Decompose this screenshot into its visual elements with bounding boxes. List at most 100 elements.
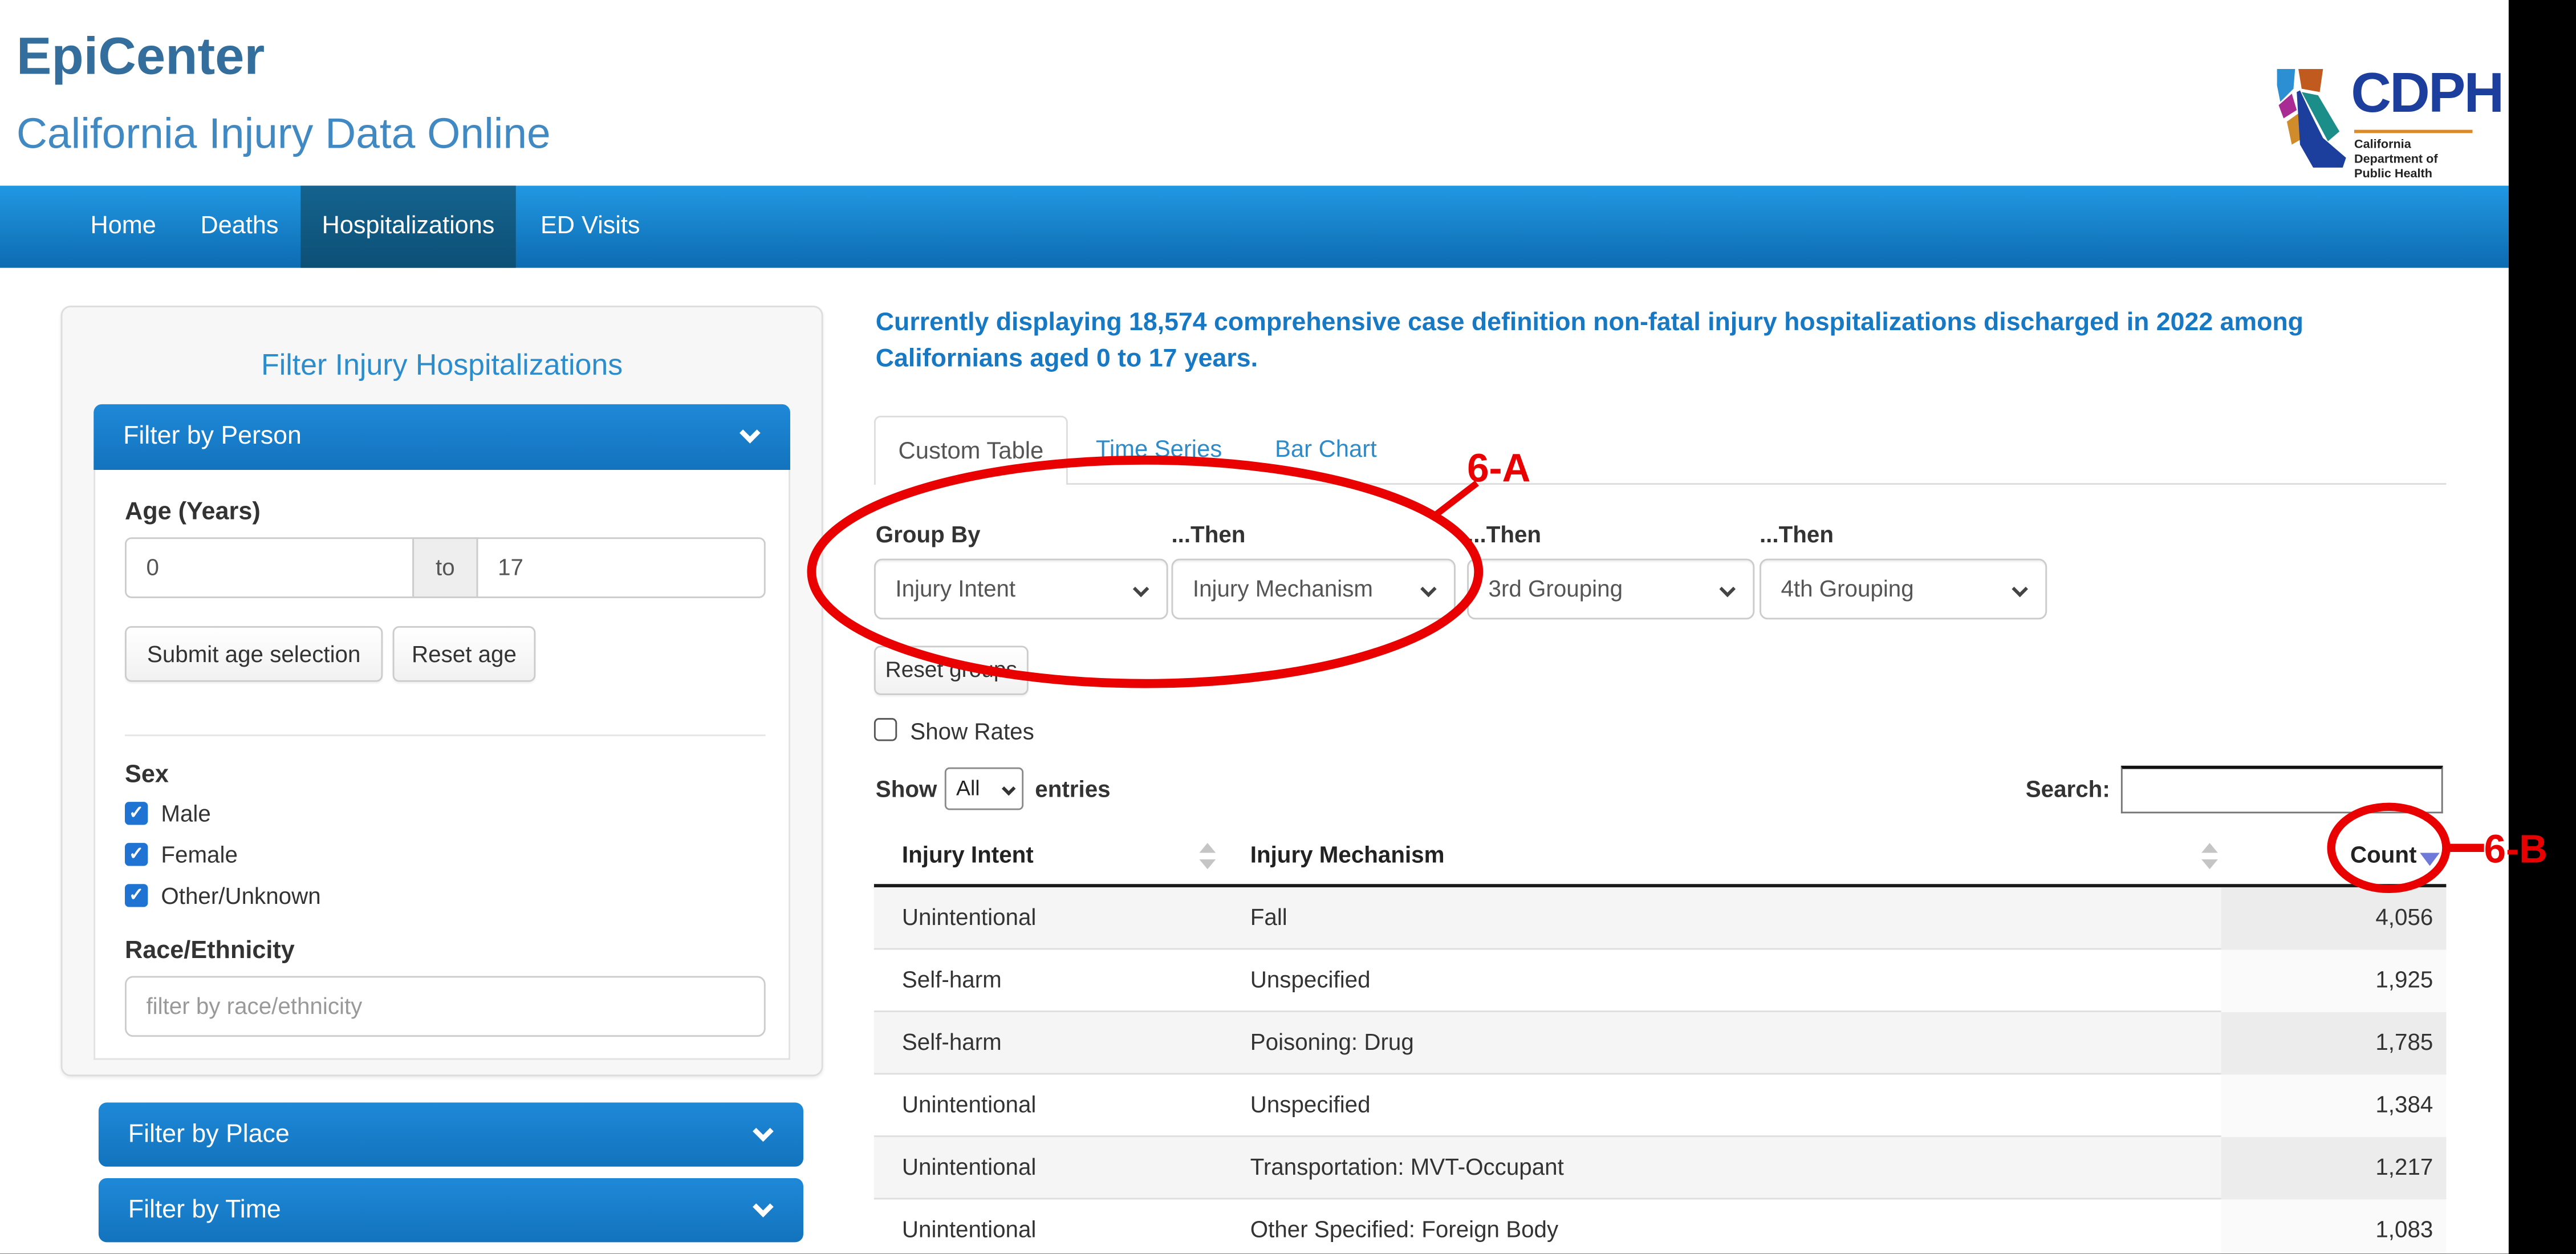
race-ethnicity-label: Race/Ethnicity	[125, 936, 295, 964]
cell-count: 1,217	[2221, 1137, 2447, 1199]
cell-injury-mechanism: Transportation: MVT-Occupant	[1250, 1137, 1564, 1198]
cell-injury-intent: Unintentional	[902, 1137, 1037, 1198]
nav-item-ed-visits[interactable]: ED Visits	[513, 186, 668, 268]
sort-both-icon[interactable]	[1199, 843, 1216, 869]
table-row: Self-harm Unspecified 1,925	[874, 949, 2447, 1012]
race-ethnicity-input[interactable]: filter by race/ethnicity	[125, 976, 766, 1037]
cell-injury-mechanism: Other Specified: Foreign Body	[1250, 1199, 1558, 1253]
entries-length-value: All	[956, 776, 980, 800]
reset-groups-button[interactable]: Reset groups	[874, 646, 1029, 695]
accordion-filter-by-time[interactable]: Filter by Time	[99, 1178, 803, 1242]
app-subtitle: California Injury Data Online	[17, 108, 551, 159]
nav-item-home[interactable]: Home	[62, 186, 184, 268]
grouping-select-4-value: 4th Grouping	[1781, 575, 1913, 601]
app-title: EpiCenter	[17, 26, 265, 87]
cell-injury-mechanism: Unspecified	[1250, 949, 1371, 1010]
sex-option-label: Male	[161, 802, 210, 826]
submit-age-button[interactable]: Submit age selection	[125, 626, 383, 682]
then-label-2: ...Then	[1171, 521, 1245, 547]
checkbox-checked-icon[interactable]: ✓	[125, 884, 148, 907]
sort-both-icon[interactable]	[2201, 843, 2218, 869]
cell-count: 4,056	[2221, 887, 2447, 949]
table-row: Unintentional Unspecified 1,384	[874, 1074, 2447, 1137]
reset-age-button[interactable]: Reset age	[393, 626, 536, 682]
main-navbar: Home Deaths Hospitalizations ED Visits	[0, 186, 2509, 268]
california-state-icon	[2274, 66, 2350, 171]
sex-option-label: Other/Unknown	[161, 884, 320, 908]
table-row: Self-harm Poisoning: Drug 1,785	[874, 1012, 2447, 1074]
cdph-org-name: California Department of Public Health	[2354, 136, 2479, 181]
chevron-down-icon	[1133, 581, 1149, 598]
cell-count: 1,785	[2221, 1012, 2447, 1074]
accordion-filter-by-place[interactable]: Filter by Place	[99, 1102, 803, 1166]
column-header-injury-intent[interactable]: Injury Intent	[902, 830, 1034, 886]
cdph-logo: CDPH California Department of Public Hea…	[2274, 62, 2479, 171]
table-header-row: Injury Intent Injury Mechanism Count	[874, 830, 2447, 886]
grouping-select-4[interactable]: 4th Grouping	[1760, 559, 2047, 620]
sort-descending-icon[interactable]	[2420, 853, 2440, 866]
show-entries-label: Show	[876, 776, 937, 802]
table-row: Unintentional Other Specified: Foreign B…	[874, 1199, 2447, 1253]
age-to-input[interactable]: 17	[477, 537, 766, 598]
grouping-select-1-value: Injury Intent	[895, 575, 1015, 601]
annotation-line-6a	[1434, 483, 1477, 516]
cdph-org-line1: California Department of	[2354, 136, 2438, 166]
filter-by-person-label: Filter by Person	[123, 423, 302, 452]
nav-item-hospitalizations[interactable]: Hospitalizations	[300, 186, 515, 268]
column-header-count[interactable]: Count	[2350, 830, 2417, 886]
cell-count: 1,384	[2221, 1074, 2447, 1137]
cell-injury-intent: Unintentional	[902, 887, 1037, 948]
right-black-bar	[2509, 0, 2576, 1254]
cell-count: 1,925	[2221, 949, 2447, 1012]
chevron-down-icon	[1002, 782, 1015, 796]
grouping-select-1[interactable]: Injury Intent	[874, 559, 1168, 620]
cell-injury-intent: Self-harm	[902, 1012, 1002, 1073]
chevron-down-icon	[753, 1196, 774, 1218]
grouping-select-3-value: 3rd Grouping	[1489, 575, 1623, 601]
sidebar-divider	[125, 734, 766, 736]
entries-length-select[interactable]: All	[945, 768, 1023, 810]
chevron-down-icon	[2012, 581, 2028, 598]
cell-injury-mechanism: Poisoning: Drug	[1250, 1012, 1414, 1073]
cdph-org-line2: Public Health	[2354, 166, 2432, 181]
age-to-separator: to	[412, 537, 478, 598]
filter-by-place-label: Filter by Place	[128, 1121, 290, 1150]
tab-time-series[interactable]: Time Series	[1096, 416, 1222, 485]
then-label-4: ...Then	[1760, 521, 1834, 547]
checkbox-checked-icon[interactable]: ✓	[125, 843, 148, 866]
tab-custom-table[interactable]: Custom Table	[874, 416, 1068, 485]
cell-injury-mechanism: Unspecified	[1250, 1074, 1371, 1135]
chevron-down-icon	[740, 423, 761, 444]
grouping-select-2-value: Injury Mechanism	[1193, 575, 1373, 601]
cell-count: 1,083	[2221, 1199, 2447, 1253]
show-rates-label: Show Rates	[910, 718, 1034, 744]
search-input[interactable]	[2121, 766, 2443, 814]
column-header-injury-mechanism[interactable]: Injury Mechanism	[1250, 830, 1445, 886]
accordion-filter-by-person[interactable]: Filter by Person	[94, 404, 790, 470]
entries-label: entries	[1035, 776, 1110, 802]
chevron-down-icon	[1420, 581, 1437, 598]
filter-panel-title: Filter Injury Hospitalizations	[61, 348, 823, 383]
cdph-acronym: CDPH	[2351, 62, 2502, 126]
sex-option-label: Female	[161, 843, 238, 867]
results-summary-line1: Currently displaying 18,574 comprehensiv…	[876, 309, 2303, 337]
age-from-input[interactable]: 0	[125, 537, 414, 598]
cell-injury-intent: Unintentional	[902, 1199, 1037, 1253]
epicenter-page: EpiCenter California Injury Data Online …	[0, 0, 2576, 1254]
show-rates-checkbox[interactable]	[874, 718, 897, 741]
results-summary-line2: Californians aged 0 to 17 years.	[876, 345, 1258, 373]
cell-injury-intent: Unintentional	[902, 1074, 1037, 1135]
cell-injury-mechanism: Fall	[1250, 887, 1287, 948]
group-by-label: Group By	[876, 521, 981, 547]
grouping-select-2[interactable]: Injury Mechanism	[1171, 559, 1455, 620]
results-summary: Currently displaying 18,574 comprehensiv…	[876, 306, 2486, 378]
grouping-select-3[interactable]: 3rd Grouping	[1467, 559, 1754, 620]
tab-bar-chart[interactable]: Bar Chart	[1275, 416, 1377, 485]
checkbox-checked-icon[interactable]: ✓	[125, 802, 148, 825]
nav-item-deaths[interactable]: Deaths	[173, 186, 307, 268]
filter-by-time-label: Filter by Time	[128, 1196, 281, 1226]
chevron-down-icon	[753, 1121, 774, 1142]
cell-injury-intent: Self-harm	[902, 949, 1002, 1010]
then-label-3: ...Then	[1467, 521, 1541, 547]
sex-label: Sex	[125, 761, 169, 789]
